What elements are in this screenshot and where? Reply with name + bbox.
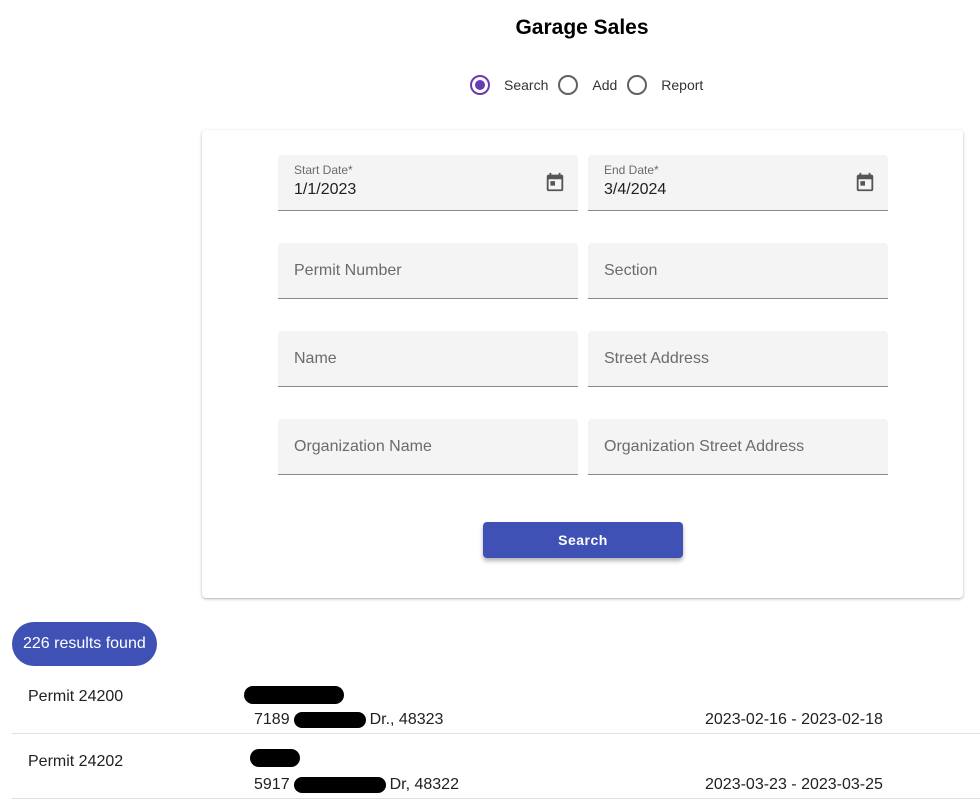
section-placeholder: Section	[604, 262, 658, 279]
name-field[interactable]: Name	[278, 331, 578, 387]
organization-street-address-field[interactable]: Organization Street Address	[588, 419, 888, 475]
page-title: Garage Sales	[515, 16, 649, 39]
start-date-label: Start Date*	[294, 163, 353, 177]
results-count-badge: 226 results found	[12, 622, 157, 666]
result-row[interactable]: Permit 24202 5917 Dr, 48322 2023-03-23 -…	[12, 733, 980, 799]
permit-number-placeholder: Permit Number	[294, 262, 402, 279]
address-rest: Dr., 48323	[369, 711, 444, 728]
end-date-field[interactable]: End Date* 3/4/2024	[588, 155, 888, 211]
redaction-mark	[244, 686, 344, 704]
redaction-mark	[293, 777, 386, 793]
radio-add-label: Add	[592, 77, 618, 93]
radio-unselected-icon[interactable]	[627, 75, 648, 95]
result-row[interactable]: Permit 24200 7189 Dr., 48323 2023-02-16 …	[12, 668, 980, 734]
result-dates: 2023-02-16 - 2023-02-18	[705, 711, 883, 728]
section-field[interactable]: Section	[588, 243, 888, 299]
start-date-field[interactable]: Start Date* 1/1/2023	[278, 155, 578, 211]
result-permit: Permit 24200	[28, 688, 124, 705]
radio-report-label: Report	[661, 77, 704, 93]
redaction-mark	[293, 712, 366, 728]
radio-search[interactable]: Search	[468, 75, 558, 95]
end-date-value[interactable]: 3/4/2024	[604, 181, 666, 199]
start-date-value[interactable]: 1/1/2023	[294, 181, 356, 199]
radio-report[interactable]: Report	[627, 75, 713, 95]
organization-name-placeholder: Organization Name	[294, 438, 432, 455]
result-address: 7189 Dr., 48323	[254, 711, 443, 729]
permit-number-field[interactable]: Permit Number	[278, 243, 578, 299]
calendar-icon[interactable]	[854, 171, 876, 193]
result-address: 5917 Dr, 48322	[254, 776, 459, 794]
name-placeholder: Name	[294, 350, 337, 367]
redaction-mark	[250, 749, 300, 767]
end-date-label: End Date*	[604, 163, 659, 177]
page: Garage Sales Search Add Report Start Dat…	[0, 0, 980, 799]
mode-radio-group: Search Add Report	[468, 72, 713, 98]
organization-street-address-placeholder: Organization Street Address	[604, 438, 805, 455]
organization-name-field[interactable]: Organization Name	[278, 419, 578, 475]
radio-search-label: Search	[504, 77, 549, 93]
address-number: 5917	[254, 776, 290, 793]
radio-add[interactable]: Add	[558, 75, 627, 95]
radio-unselected-icon[interactable]	[558, 75, 579, 95]
street-address-placeholder: Street Address	[604, 350, 709, 367]
street-address-field[interactable]: Street Address	[588, 331, 888, 387]
calendar-icon[interactable]	[544, 171, 566, 193]
result-dates: 2023-03-23 - 2023-03-25	[705, 776, 883, 793]
address-rest: Dr, 48322	[389, 776, 459, 793]
result-permit: Permit 24202	[28, 753, 124, 770]
radio-selected-icon[interactable]	[470, 75, 490, 95]
search-button[interactable]: Search	[483, 522, 683, 558]
address-number: 7189	[254, 711, 290, 728]
